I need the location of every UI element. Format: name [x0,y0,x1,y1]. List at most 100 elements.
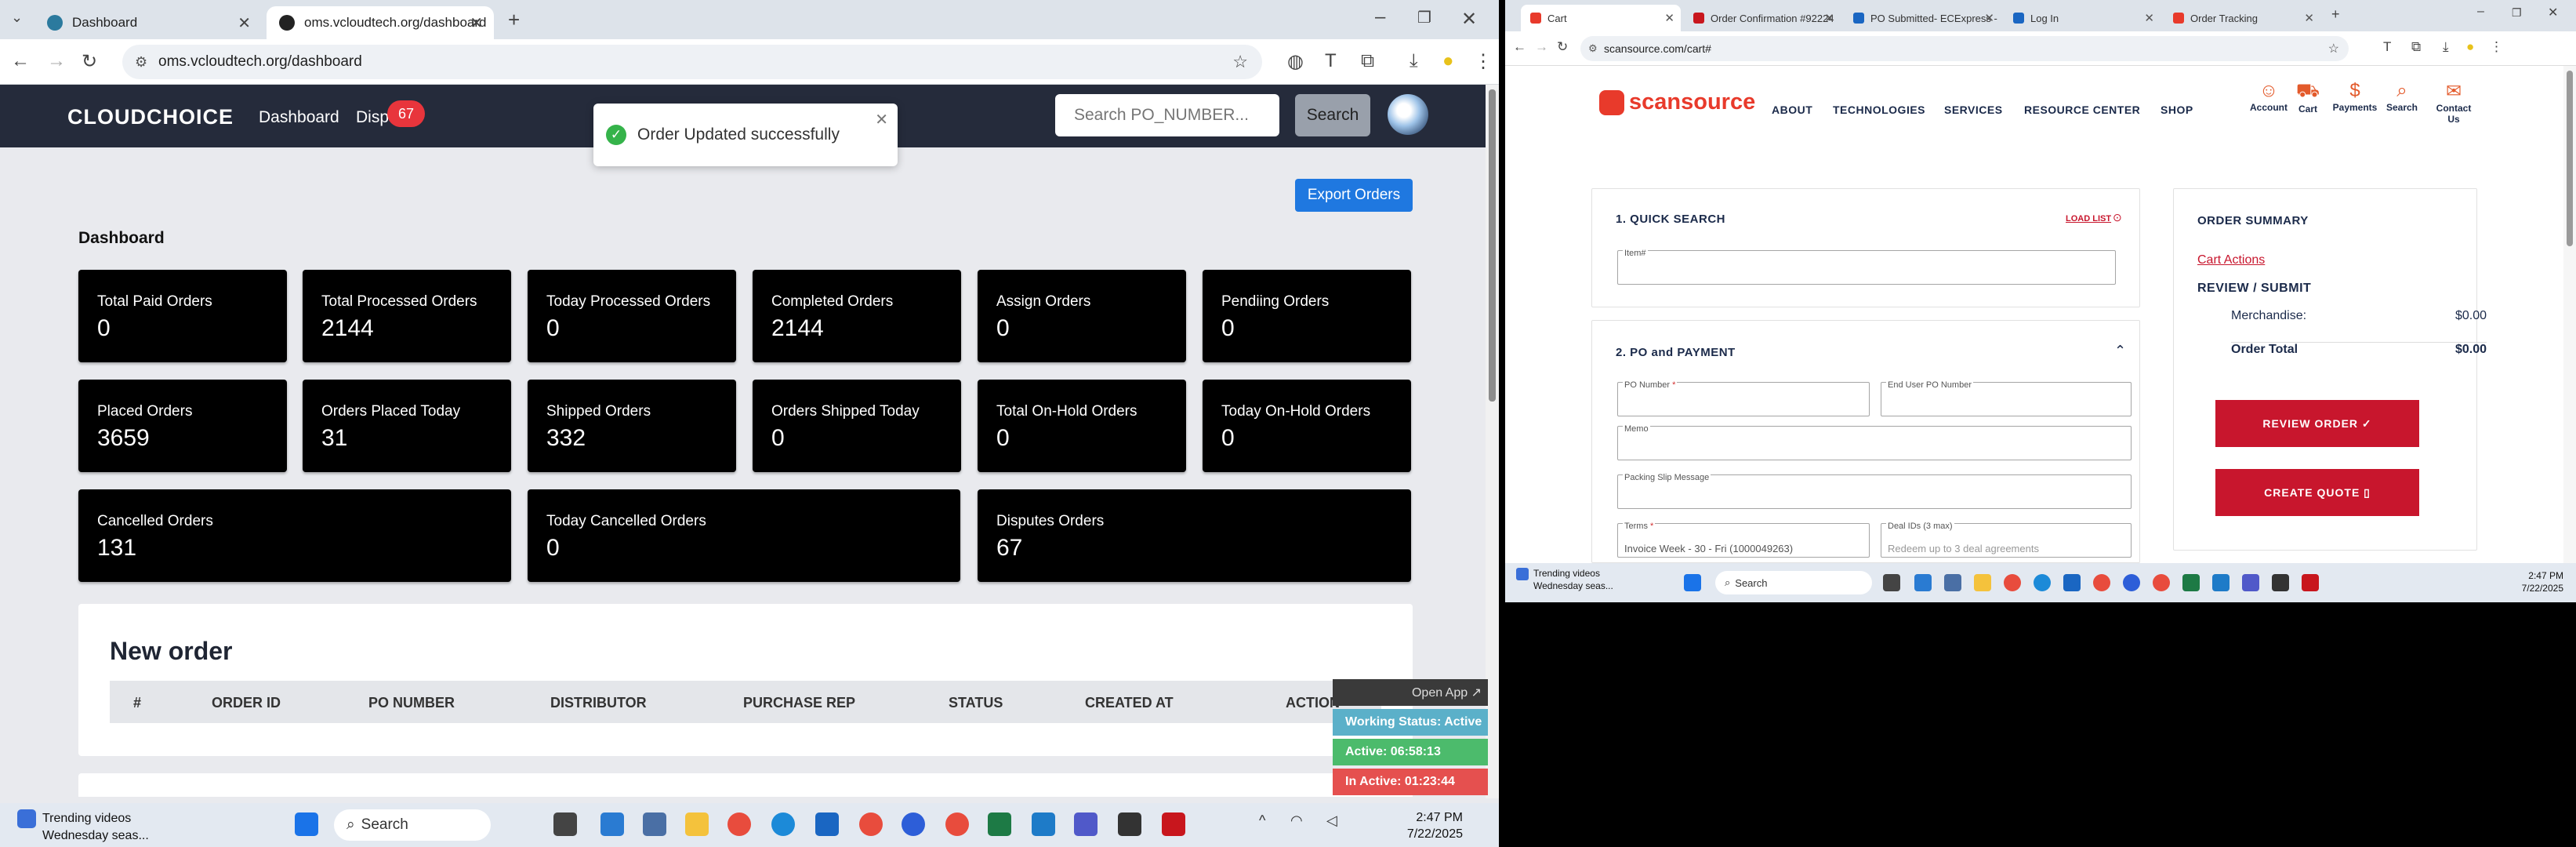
item-number-field[interactable]: Item# [1617,249,2116,285]
clock[interactable]: 2:47 PM 7/22/2025 [1407,809,1463,842]
nav-technologies[interactable]: TECHNOLOGIES [1833,104,1925,116]
widgets-news[interactable]: Trending videos Wednesday seas... [17,809,149,844]
extensions-icon[interactable]: ⧉ [1361,50,1374,72]
po-search-input[interactable] [1055,94,1279,136]
col-po-number[interactable]: PO NUMBER [368,695,455,711]
chrome-alt-icon[interactable] [2153,574,2170,591]
chrome-alt-icon[interactable] [945,812,969,836]
card-completed-orders[interactable]: Completed Orders 2144 [753,270,961,362]
task-view-icon[interactable] [553,812,577,836]
nav-services[interactable]: SERVICES [1944,104,2003,116]
tab-po-submitted[interactable]: PO Submitted- ECExpress - ✕ [1844,5,2001,31]
open-app-button[interactable]: Open App ↗ [1333,679,1488,706]
teams-icon[interactable] [1074,812,1098,836]
col-purchase-rep[interactable]: PURCHASE REP [743,695,855,711]
acrobat-icon[interactable] [2302,574,2319,591]
task-view-icon[interactable] [1883,574,1900,591]
calculator-icon[interactable] [643,812,666,836]
window-close-icon[interactable]: ✕ [1461,8,1477,31]
reader-icon[interactable]: T [1325,50,1337,72]
memo-field[interactable]: Memo [1617,424,2132,460]
cart-link[interactable]: ⛟ Cart [2284,80,2331,115]
contact-link[interactable]: ✉ Contact Us [2430,80,2477,125]
outlook-icon[interactable] [2063,574,2081,591]
bookmark-star-icon[interactable]: ☆ [1232,52,1248,72]
tab-dashboard[interactable]: Dashboard ✕ [34,6,262,39]
start-icon[interactable] [295,812,318,836]
chrome-icon[interactable] [2004,574,2021,591]
card-assign-orders[interactable]: Assign Orders 0 [978,270,1186,362]
chrome-profile-icon[interactable] [859,812,883,836]
chrome-icon[interactable] [727,812,751,836]
restore-icon[interactable]: ❐ [1417,8,1431,27]
zoom-icon[interactable] [2123,574,2140,591]
load-list-link[interactable]: LOAD LIST [2066,214,2111,224]
site-info-icon[interactable]: ⚙ [135,54,147,71]
nav-shop[interactable]: SHOP [2161,104,2193,116]
upload-icon[interactable]: ⊙ [2113,211,2122,224]
volume-icon[interactable]: ◁ [1326,812,1350,836]
card-orders-placed-today[interactable]: Orders Placed Today 31 [303,380,511,472]
nav-dashboard[interactable]: Dashboard [259,108,339,127]
review-order-button[interactable]: REVIEW ORDER ✓ [2215,400,2419,447]
forward-icon[interactable]: → [1535,39,1548,55]
card-today-cancelled-orders[interactable]: Today Cancelled Orders 0 [528,489,960,582]
file-explorer-icon[interactable] [685,812,709,836]
taskbar-search[interactable]: ⌕ Search [334,809,491,841]
cart-actions-link[interactable]: Cart Actions [2197,253,2265,267]
card-cancelled-orders[interactable]: Cancelled Orders 131 [78,489,511,582]
new-tab-icon[interactable]: + [2331,6,2340,23]
notepad-icon[interactable] [2272,574,2289,591]
outlook-icon[interactable] [815,812,839,836]
toast-close-icon[interactable]: ✕ [875,110,888,129]
minimize-icon[interactable]: – [2477,5,2484,19]
close-icon[interactable]: ✕ [1824,11,1834,25]
menu-icon[interactable]: ⋮ [2490,39,2503,55]
cloudchoice-logo[interactable]: CLOUDCHOICE [67,105,234,129]
edge-icon[interactable] [600,812,624,836]
tab-order-confirmation[interactable]: Order Confirmation #92224 ✕ [1684,5,1841,31]
card-total-paid-orders[interactable]: Total Paid Orders 0 [78,270,287,362]
card-disputes-orders[interactable]: Disputes Orders 67 [978,489,1411,582]
menu-icon[interactable]: ⋮ [1474,50,1493,73]
close-icon[interactable]: ✕ [1664,11,1674,25]
new-tab-icon[interactable]: + [508,8,520,32]
end-user-po-field[interactable]: End User PO Number [1881,380,2132,416]
teams-icon[interactable] [2242,574,2259,591]
reload-icon[interactable]: ↻ [1557,39,1568,55]
file-explorer-icon[interactable] [1974,574,1991,591]
window-close-icon[interactable]: ✕ [2548,5,2558,20]
edge-icon[interactable] [1914,574,1932,591]
notepad-icon[interactable] [1118,812,1141,836]
excel-icon[interactable] [2182,574,2200,591]
tab-search-icon[interactable]: ⌄ [11,9,23,26]
start-icon[interactable] [1684,574,1701,591]
payments-link[interactable]: $ Payments [2331,80,2378,113]
card-placed-orders[interactable]: Placed Orders 3659 [78,380,287,472]
scansource-logo[interactable]: scansource [1599,89,1755,115]
profile-icon[interactable]: ● [1442,50,1454,72]
search-button[interactable]: Search [1295,94,1370,136]
create-quote-button[interactable]: CREATE QUOTE ▯ [2215,469,2419,516]
close-icon[interactable]: ✕ [238,13,251,33]
download-icon[interactable]: ⤓ [1410,50,1418,72]
packing-slip-field[interactable]: Packing Slip Message [1617,473,2132,509]
extensions-icon[interactable]: ⧉ [2411,39,2421,55]
reader-icon[interactable]: T [2383,39,2391,55]
bookmark-star-icon[interactable]: ☆ [2328,41,2339,56]
search-link[interactable]: ⌕ Search [2378,80,2425,113]
acrobat-icon[interactable] [1162,812,1185,836]
col-order-id[interactable]: ORDER ID [212,695,281,711]
excel-icon[interactable] [988,812,1011,836]
restore-icon[interactable]: ❐ [2512,6,2522,20]
col-distributor[interactable]: DISTRIBUTOR [550,695,647,711]
tab-cart[interactable]: Cart ✕ [1521,5,1681,31]
card-orders-shipped-today[interactable]: Orders Shipped Today 0 [753,380,961,472]
card-pending-orders[interactable]: Pendiing Orders 0 [1203,270,1411,362]
snipping-tool-icon[interactable] [2212,574,2230,591]
terms-select[interactable]: Terms * Invoice Week - 30 - Fri (10000492… [1617,522,1870,558]
collapse-chevron-icon[interactable]: ⌃ [2114,343,2126,359]
back-icon[interactable]: ← [1513,39,1526,55]
clock[interactable]: 2:47 PM 7/22/2025 [2522,569,2563,594]
export-orders-button[interactable]: Export Orders [1295,179,1413,212]
